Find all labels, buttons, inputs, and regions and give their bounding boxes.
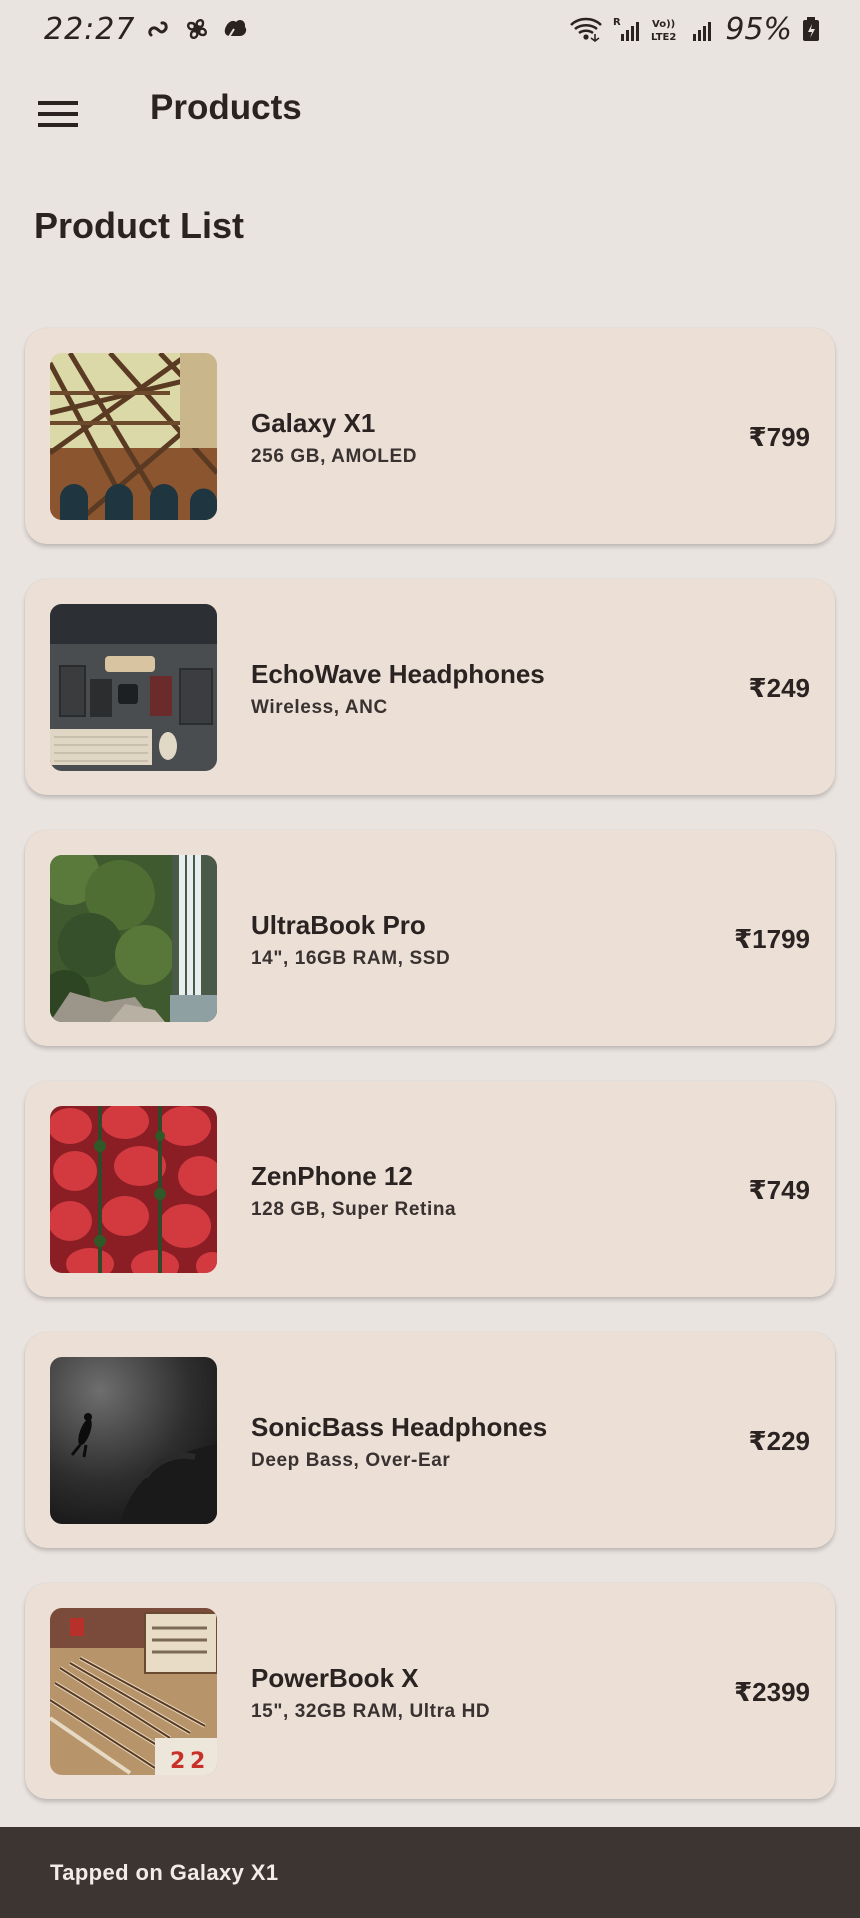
fan-notification-icon bbox=[183, 15, 211, 43]
product-image bbox=[50, 604, 217, 771]
product-name: PowerBook X bbox=[251, 1663, 419, 1693]
app-title: Products bbox=[150, 88, 302, 127]
battery-percent: 95% bbox=[725, 11, 792, 47]
product-desc: 14", 16GB RAM, SSD bbox=[251, 948, 451, 969]
product-image: 2 2 bbox=[50, 1608, 217, 1775]
svg-text:R: R bbox=[613, 17, 621, 28]
volte-icon: Vo)) LTE2 bbox=[651, 16, 681, 43]
product-name: EchoWave Headphones bbox=[251, 659, 545, 689]
snackbar-message: Tapped on Galaxy X1 bbox=[50, 1859, 279, 1885]
signal-r-icon: R bbox=[613, 16, 641, 42]
leaf-notification-icon bbox=[221, 15, 249, 43]
product-price: ₹749 bbox=[748, 1175, 810, 1205]
app-screen: 22:27 R Vo)) LTE2 95% Products Product L… bbox=[0, 0, 860, 1918]
product-price: ₹249 bbox=[748, 673, 810, 703]
product-card[interactable]: Galaxy X1 256 GB, AMOLED ₹799 bbox=[25, 328, 835, 544]
svg-text:LTE2: LTE2 bbox=[651, 32, 676, 42]
product-desc: 128 GB, Super Retina bbox=[251, 1199, 457, 1220]
product-card[interactable]: ZenPhone 12 128 GB, Super Retina ₹749 bbox=[25, 1081, 835, 1297]
product-card[interactable]: 2 2 PowerBook X 15", 32GB RAM, Ultra HD … bbox=[25, 1583, 835, 1799]
status-right: R Vo)) LTE2 95% bbox=[569, 12, 820, 47]
product-list: Galaxy X1 256 GB, AMOLED ₹799 EchoWave H… bbox=[25, 328, 835, 1834]
status-left: 22:27 bbox=[44, 12, 249, 47]
svg-text:Vo)): Vo)) bbox=[652, 19, 675, 30]
product-desc: Wireless, ANC bbox=[251, 697, 388, 718]
product-name: UltraBook Pro bbox=[251, 910, 426, 940]
wifi-icon bbox=[569, 16, 603, 42]
menu-button[interactable] bbox=[26, 82, 90, 146]
product-card[interactable]: UltraBook Pro 14", 16GB RAM, SSD ₹1799 bbox=[25, 830, 835, 1046]
product-price: ₹229 bbox=[748, 1426, 810, 1456]
product-desc: 15", 32GB RAM, Ultra HD bbox=[251, 1701, 491, 1722]
product-card[interactable]: EchoWave Headphones Wireless, ANC ₹249 bbox=[25, 579, 835, 795]
product-price: ₹2399 bbox=[734, 1677, 810, 1707]
link-notification-icon bbox=[145, 15, 173, 43]
status-time: 22:27 bbox=[44, 11, 136, 47]
svg-text:2: 2 bbox=[170, 1749, 185, 1774]
product-desc: 256 GB, AMOLED bbox=[251, 446, 418, 467]
battery-icon bbox=[802, 16, 820, 42]
product-name: ZenPhone 12 bbox=[251, 1161, 413, 1191]
product-image bbox=[50, 353, 217, 520]
product-name: Galaxy X1 bbox=[251, 408, 376, 438]
section-title: Product List bbox=[34, 205, 245, 246]
product-name: SonicBass Headphones bbox=[251, 1412, 548, 1442]
status-bar: 22:27 R Vo)) LTE2 95% bbox=[0, 0, 860, 58]
product-card[interactable]: SonicBass Headphones Deep Bass, Over-Ear… bbox=[25, 1332, 835, 1548]
product-image bbox=[50, 1357, 217, 1524]
product-price: ₹1799 bbox=[734, 924, 810, 954]
hamburger-menu-icon bbox=[38, 101, 78, 127]
product-image bbox=[50, 855, 217, 1022]
snackbar: Tapped on Galaxy X1 bbox=[0, 1827, 860, 1918]
app-bar: Products bbox=[0, 58, 860, 166]
product-desc: Deep Bass, Over-Ear bbox=[251, 1450, 451, 1471]
product-price: ₹799 bbox=[748, 422, 810, 452]
signal-bars-icon bbox=[691, 16, 715, 42]
product-image bbox=[50, 1106, 217, 1273]
svg-text:2: 2 bbox=[190, 1749, 205, 1774]
